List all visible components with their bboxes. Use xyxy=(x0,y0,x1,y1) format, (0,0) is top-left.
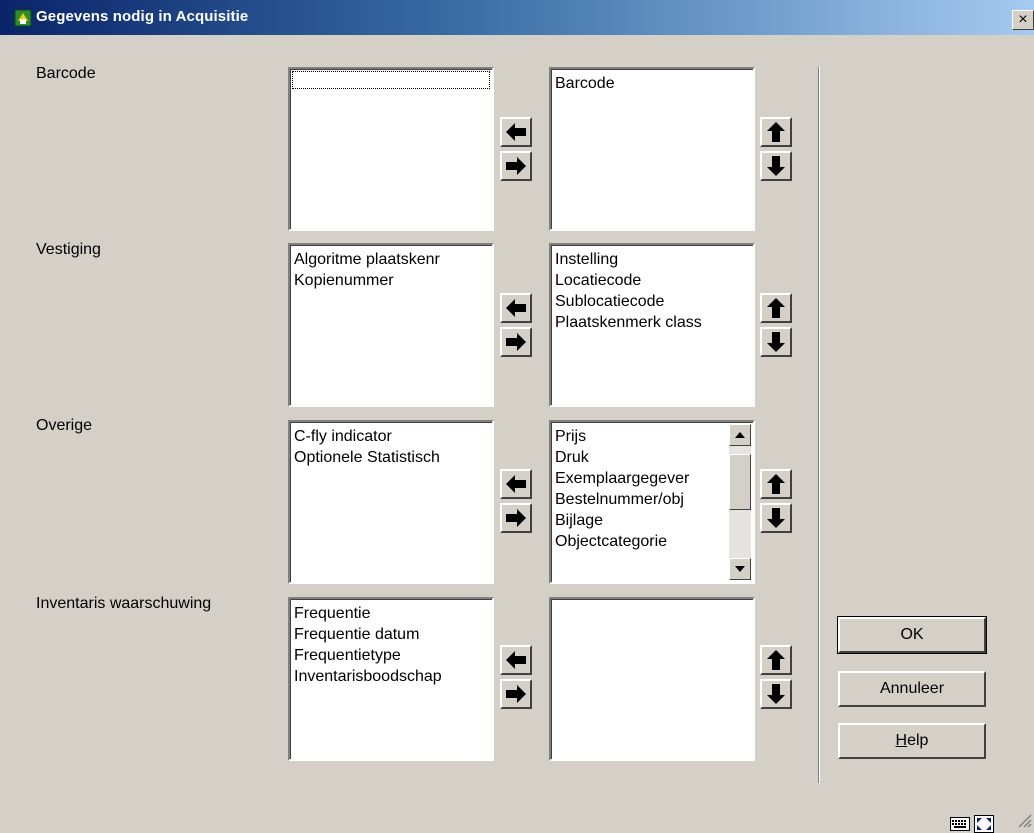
move-down-button-inventaris[interactable] xyxy=(760,679,792,709)
arrow-down-icon xyxy=(767,156,785,176)
move-down-button-barcode[interactable] xyxy=(760,151,792,181)
move-down-button-overige[interactable] xyxy=(760,503,792,533)
list-item[interactable]: Frequentie xyxy=(294,603,492,624)
list-item[interactable]: Instelling xyxy=(555,249,753,270)
list-item[interactable]: Objectcategorie xyxy=(555,531,731,552)
list-item[interactable]: Druk xyxy=(555,447,731,468)
scroll-up-icon xyxy=(735,432,745,438)
resize-icon[interactable] xyxy=(974,815,994,833)
available-list-inventaris[interactable]: Frequentie Frequentie datum Frequentiety… xyxy=(288,597,494,761)
selected-list-overige[interactable]: Prijs Druk Exemplaargegever Bestelnummer… xyxy=(549,420,755,584)
row-label-overige: Overige xyxy=(36,417,93,434)
row-label-vestiging: Vestiging xyxy=(36,241,101,258)
list-item[interactable]: Bijlage xyxy=(555,510,731,531)
list-item[interactable]: Algoritme plaatskenr xyxy=(294,249,492,270)
arrow-right-icon xyxy=(506,685,526,703)
arrow-down-icon xyxy=(767,508,785,528)
scroll-down-button[interactable] xyxy=(729,558,751,580)
list-item[interactable]: Prijs xyxy=(555,426,731,447)
move-up-button-vestiging[interactable] xyxy=(760,293,792,323)
list-item[interactable]: Sublocatiecode xyxy=(555,291,753,312)
vertical-scrollbar[interactable] xyxy=(729,424,751,580)
row-label-inventaris: Inventaris waarschuwing xyxy=(36,595,212,612)
vertical-divider xyxy=(818,67,819,783)
move-right-button-vestiging[interactable] xyxy=(500,327,532,357)
arrow-up-icon xyxy=(767,298,785,318)
scroll-thumb[interactable] xyxy=(729,454,751,510)
selected-list-barcode[interactable]: Barcode xyxy=(549,67,755,231)
move-up-button-barcode[interactable] xyxy=(760,117,792,147)
list-item[interactable]: Frequentietype xyxy=(294,645,492,666)
move-right-button-overige[interactable] xyxy=(500,503,532,533)
move-up-button-overige[interactable] xyxy=(760,469,792,499)
list-item[interactable]: Locatiecode xyxy=(555,270,753,291)
title-bar[interactable]: Gegevens nodig in Acquisitie × xyxy=(0,0,1034,35)
arrow-up-icon xyxy=(767,650,785,670)
move-right-button-barcode[interactable] xyxy=(500,151,532,181)
scroll-up-button[interactable] xyxy=(729,424,751,446)
list-item[interactable]: Kopienummer xyxy=(294,270,492,291)
arrow-right-icon xyxy=(506,157,526,175)
keyboard-icon[interactable] xyxy=(950,817,970,831)
window-title: Gegevens nodig in Acquisitie xyxy=(36,8,249,25)
selected-list-vestiging[interactable]: Instelling Locatiecode Sublocatiecode Pl… xyxy=(549,243,755,407)
arrow-left-icon xyxy=(506,123,526,141)
available-list-barcode[interactable] xyxy=(288,67,494,231)
row-label-barcode: Barcode xyxy=(36,65,96,82)
list-item[interactable]: Plaatskenmerk class xyxy=(555,312,753,333)
close-button[interactable]: × xyxy=(1012,10,1034,30)
move-left-button-overige[interactable] xyxy=(500,469,532,499)
list-item[interactable]: Optionele Statistisch xyxy=(294,447,492,468)
ok-button[interactable]: OK xyxy=(837,616,987,654)
move-left-button-barcode[interactable] xyxy=(500,117,532,147)
help-button[interactable]: Help xyxy=(838,723,986,759)
focus-indicator xyxy=(292,71,490,89)
list-item[interactable]: Exemplaargegever xyxy=(555,468,731,489)
app-icon xyxy=(14,9,32,27)
list-item[interactable]: Inventarisboodschap xyxy=(294,666,492,687)
available-list-overige[interactable]: C-fly indicator Optionele Statistisch xyxy=(288,420,494,584)
cancel-button[interactable]: Annuleer xyxy=(838,671,986,707)
resize-grip-icon[interactable] xyxy=(1014,810,1032,828)
arrow-right-icon xyxy=(506,509,526,527)
arrow-up-icon xyxy=(767,474,785,494)
scroll-down-icon xyxy=(735,566,745,572)
arrow-up-icon xyxy=(767,122,785,142)
move-left-button-vestiging[interactable] xyxy=(500,293,532,323)
available-list-vestiging[interactable]: Algoritme plaatskenr Kopienummer xyxy=(288,243,494,407)
arrow-right-icon xyxy=(506,333,526,351)
selected-list-inventaris[interactable] xyxy=(549,597,755,761)
move-down-button-vestiging[interactable] xyxy=(760,327,792,357)
help-label-rest: elp xyxy=(907,732,929,749)
list-item[interactable]: C-fly indicator xyxy=(294,426,492,447)
list-item[interactable]: Bestelnummer/obj xyxy=(555,489,731,510)
arrow-left-icon xyxy=(506,651,526,669)
move-left-button-inventaris[interactable] xyxy=(500,645,532,675)
list-item[interactable]: Barcode xyxy=(555,73,753,94)
dialog-body: Barcode Barcode Vestiging Algoritme plaa… xyxy=(0,35,1034,833)
list-item[interactable]: Frequentie datum xyxy=(294,624,492,645)
help-mnemonic: H xyxy=(895,732,908,749)
arrow-left-icon xyxy=(506,299,526,317)
arrow-left-icon xyxy=(506,475,526,493)
arrow-down-icon xyxy=(767,332,785,352)
move-up-button-inventaris[interactable] xyxy=(760,645,792,675)
arrow-down-icon xyxy=(767,684,785,704)
move-right-button-inventaris[interactable] xyxy=(500,679,532,709)
